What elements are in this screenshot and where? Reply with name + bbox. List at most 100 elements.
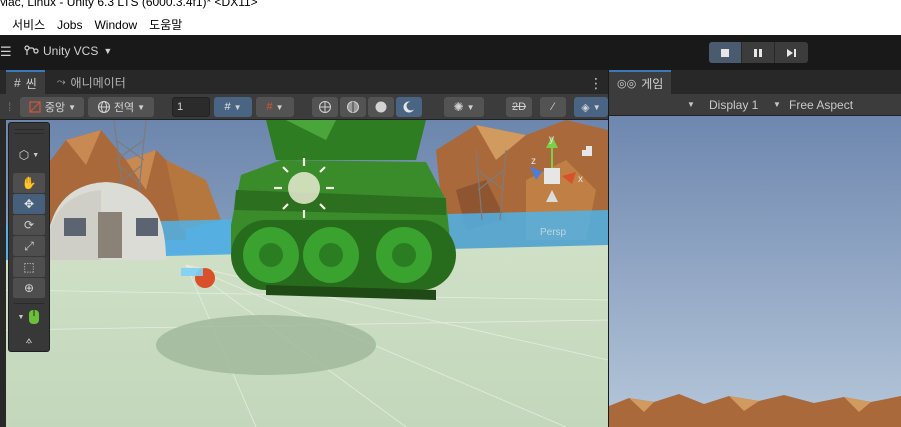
game-mode-dropdown-icon[interactable]: ▼ — [687, 100, 695, 109]
menu-item-services[interactable]: 서비스 — [12, 16, 57, 33]
window-title: Mac, Linux - Unity 6.3 LTS (6000.3.4f1)*… — [0, 0, 258, 9]
chevron-down-icon: ▼ — [275, 102, 284, 112]
move-icon: ✥ — [23, 197, 35, 211]
game-tabbar: ◎◎ 게임 — [609, 70, 672, 94]
custom-tool-icon — [29, 310, 40, 324]
wireframe-sphere-icon — [319, 101, 331, 113]
gamepad-icon: ◎◎ — [617, 77, 637, 90]
pause-icon — [754, 48, 762, 57]
light-icon: ⁄ — [552, 101, 554, 113]
hand-icon: ✋ — [21, 176, 37, 190]
scene-viewport[interactable]: y x z Persp — [6, 120, 608, 427]
toggle-2d-button[interactable]: 2D — [506, 97, 532, 117]
scene-render: y x z Persp — [6, 120, 608, 427]
chevron-down-icon: ▼ — [137, 102, 146, 112]
lit-sphere-icon — [403, 101, 416, 113]
rect-transform-icon: ⬚ — [23, 260, 35, 274]
display-dropdown[interactable]: Display 1 — [709, 98, 758, 112]
chevron-down-icon: ▼ — [592, 102, 601, 112]
step-button[interactable] — [775, 42, 808, 63]
tab-scene-label: 씬 — [25, 76, 37, 91]
effects-dropdown[interactable]: ◈ ▼ — [574, 97, 608, 117]
pivot-label: 중앙 — [44, 102, 66, 114]
shading-lit-button[interactable] — [396, 97, 422, 117]
hand-tool[interactable]: ✋ — [13, 173, 45, 193]
layers-icon: ◈ — [581, 101, 590, 114]
window-title-bar: Mac, Linux - Unity 6.3 LTS (6000.3.4f1)*… — [0, 0, 901, 14]
grid-snap-toggle[interactable]: # ▼ — [214, 97, 252, 117]
scene-more-icon[interactable]: ⋮ — [589, 76, 603, 90]
game-render — [609, 116, 901, 427]
menu-item-help[interactable]: 도움말 — [149, 16, 194, 33]
unity-vcs-button[interactable]: Unity VCS ▼ — [24, 44, 112, 58]
probe-tool[interactable]: ⟑ — [13, 330, 45, 350]
game-toolbar: ▼ Display 1 ▼ Free Aspect — [609, 94, 901, 116]
tool-context-dropdown[interactable]: ⬡ ▼ — [13, 145, 45, 165]
rotate-tool[interactable]: ⟳ — [13, 215, 45, 235]
tab-animator[interactable]: ⤳ 애니메이터 — [49, 70, 134, 94]
snap-increment-toggle[interactable]: # ▼ — [256, 97, 294, 117]
scene-panel: # 씬 ⤳ 애니메이터 ⋮ ⁞ 중앙 ▼ 전역 ▼ 1 # ▼ # ▼ ✺ ▼ … — [0, 70, 608, 427]
space-label: 전역 — [113, 102, 135, 114]
palette-divider — [14, 303, 44, 304]
transform-icon: ⊕ — [23, 281, 35, 295]
shading-wireframe-button[interactable] — [312, 97, 338, 117]
stop-icon — [721, 48, 729, 57]
scene-tabbar: # 씬 ⤳ 애니메이터 — [0, 70, 134, 94]
shaded-sphere-icon — [375, 101, 387, 113]
custom-tool-dropdown[interactable]: ▼ — [13, 307, 45, 327]
grid-size-value: 1 — [177, 101, 184, 113]
pivot-icon — [29, 101, 41, 113]
pivot-dropdown[interactable]: 중앙 ▼ — [20, 97, 84, 117]
nodes-icon: ⟑ — [25, 333, 33, 346]
aspect-dropdown[interactable]: Free Aspect — [789, 98, 853, 112]
grid-icon: # — [14, 76, 21, 90]
vcs-label: Unity VCS — [43, 44, 99, 58]
grid-size-field[interactable]: 1 — [172, 97, 210, 117]
cube-icon: ⬡ — [18, 148, 30, 162]
tab-game-label: 게임 — [641, 76, 664, 91]
game-viewport[interactable] — [609, 116, 901, 427]
step-icon — [786, 48, 796, 57]
tools-overlay: ⬡ ▼ ✋ ✥ ⟳ ⤢ ⬚ ⊕ ▼ ⟑ — [8, 122, 50, 352]
tab-game[interactable]: ◎◎ 게임 — [609, 70, 672, 94]
transform-tool[interactable]: ⊕ — [13, 278, 45, 298]
snap-increment-icon: # — [266, 101, 273, 113]
scale-icon: ⤢ — [24, 238, 34, 253]
play-button[interactable] — [709, 42, 742, 63]
gizmo-persp-label[interactable]: Persp — [540, 227, 567, 238]
tab-scene[interactable]: # 씬 — [6, 70, 45, 94]
vcs-branch-icon — [24, 45, 39, 55]
menu-bar: 서비스 Jobs Window 도움말 — [0, 14, 901, 35]
menu-item-jobs[interactable]: Jobs — [57, 18, 94, 32]
move-tool[interactable]: ✥ — [13, 194, 45, 214]
lighting-toggle[interactable]: ⁄ — [540, 97, 566, 117]
shading-unlit-button[interactable] — [368, 97, 394, 117]
pause-button[interactable] — [742, 42, 775, 63]
overlay-drag-handle[interactable] — [14, 129, 44, 130]
bug-icon: ✺ — [453, 100, 464, 114]
chevron-down-icon: ▼ — [32, 151, 40, 159]
chevron-down-icon: ▼ — [103, 46, 113, 56]
space-dropdown[interactable]: 전역 ▼ — [88, 97, 154, 117]
scale-tool[interactable]: ⤢ — [13, 236, 45, 256]
grid-snap-icon: # — [224, 101, 231, 113]
menu-item-window[interactable]: Window — [94, 18, 149, 32]
chevron-down-icon: ▼ — [466, 102, 475, 112]
shaded-wire-sphere-icon — [347, 101, 359, 113]
shading-shaded-wire-button[interactable] — [340, 97, 366, 117]
game-panel: ◎◎ 게임 ▼ Display 1 ▼ Free Aspect — [609, 70, 901, 427]
debug-draw-dropdown[interactable]: ✺ ▼ — [444, 97, 484, 117]
toolbar-menu-icon[interactable]: ☰ — [0, 44, 12, 60]
scene-toolbar: ⁞ 중앙 ▼ 전역 ▼ 1 # ▼ # ▼ ✺ ▼ 2D ⁄ ◈ ▼ — [0, 94, 608, 120]
animator-icon: ⤳ — [56, 75, 66, 88]
drag-handle-icon[interactable]: ⁞ — [8, 100, 11, 114]
overlay-drag-handle-line — [14, 133, 44, 134]
globe-icon — [97, 100, 110, 114]
playback-controls — [709, 42, 808, 63]
chevron-down-icon: ▼ — [17, 313, 25, 321]
chevron-down-icon: ▼ — [68, 102, 77, 112]
gizmo-x-label: x — [578, 174, 583, 185]
rect-tool[interactable]: ⬚ — [13, 257, 45, 277]
chevron-down-icon: ▼ — [773, 100, 781, 109]
